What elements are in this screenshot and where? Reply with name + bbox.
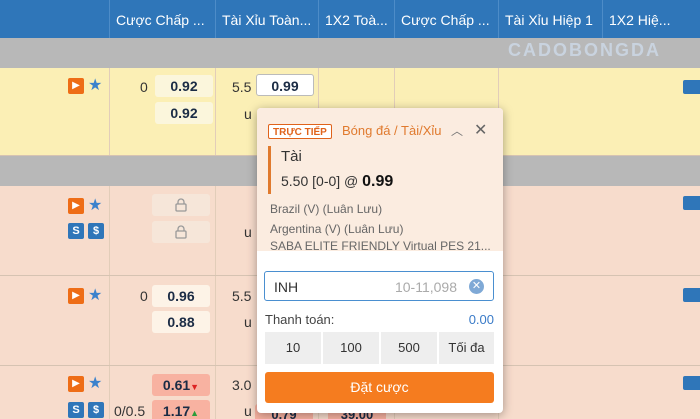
col-overunder-full[interactable]: Tài Xỉu Toàn... [215, 0, 318, 38]
quick-stake-100[interactable]: 100 [323, 332, 379, 364]
under-label: u [244, 403, 252, 419]
place-bet-button[interactable]: Đặt cược [265, 372, 494, 403]
more-markets-button[interactable] [683, 80, 700, 94]
lock-icon [152, 194, 210, 216]
betslip-selection: TRỰC TIẾP Bóng đá / Tài/Xỉu ︿ ✕ Tài 5.50… [257, 108, 503, 253]
col-1x2-half[interactable]: 1X2 Hiệ... [602, 0, 700, 38]
home-odds[interactable]: 0.61▼ [152, 374, 210, 396]
ou-line: 3.0 [232, 377, 252, 393]
live-video-icon[interactable]: ▶ [68, 198, 84, 214]
home-odds[interactable]: 0.92 [155, 75, 213, 97]
home-odds[interactable]: 0.96 [152, 285, 210, 307]
live-video-icon[interactable]: ▶ [68, 78, 84, 94]
clear-icon[interactable]: ✕ [469, 279, 484, 294]
favorite-star-icon[interactable]: ★ [88, 288, 102, 304]
away-odds[interactable]: 0.92 [155, 102, 213, 124]
selection-line: 5.50 [0-0] @ 0.99 [281, 173, 394, 190]
selection-odds: 0.99 [362, 173, 394, 190]
stake-placeholder: 10-11,098 [394, 279, 457, 295]
more-markets-button[interactable] [683, 288, 700, 302]
quick-stake-max[interactable]: Tối đa [439, 332, 494, 364]
favorite-star-icon[interactable]: ★ [88, 376, 102, 392]
col-handicap-full[interactable]: Cược Chấp ... [109, 0, 215, 38]
under-label: u [244, 106, 252, 122]
live-video-icon[interactable]: ▶ [68, 288, 84, 304]
away-odds[interactable]: 1.17▲ [152, 400, 210, 419]
currency-label: INH [274, 279, 299, 295]
close-icon[interactable]: ✕ [474, 120, 487, 140]
col-overunder-half[interactable]: Tài Xỉu Hiệp 1 [498, 0, 602, 38]
selection-accent-bar [268, 146, 271, 194]
stats-icon[interactable]: S [68, 402, 84, 418]
under-label: u [244, 314, 252, 330]
market-header: Cược Chấp ... Tài Xỉu Toàn... 1X2 Toà...… [0, 0, 700, 38]
live-video-icon[interactable]: ▶ [68, 376, 84, 392]
stats-icon[interactable]: S [68, 223, 84, 239]
sport-market: Bóng đá / Tài/Xỉu [342, 123, 442, 138]
lock-icon [152, 221, 210, 243]
home-team: Brazil (V) (Luân Lưu) [270, 202, 383, 216]
league-name: SABA ELITE FRIENDLY Virtual PES 21... [270, 239, 491, 253]
favorite-star-icon[interactable]: ★ [88, 78, 102, 94]
quick-stake-10[interactable]: 10 [265, 332, 321, 364]
odds-down-icon: ▼ [190, 382, 200, 392]
handicap-line: 0 [140, 288, 148, 304]
selection-name: Tài [281, 148, 302, 165]
favorite-star-icon[interactable]: ★ [88, 198, 102, 214]
odds-up-icon: ▲ [190, 408, 200, 418]
handicap-line: 0 [140, 79, 148, 95]
away-odds[interactable]: 0.88 [152, 311, 210, 333]
cashout-icon[interactable]: $ [88, 402, 104, 418]
col-handicap-half[interactable]: Cược Chấp ... [394, 0, 498, 38]
away-team: Argentina (V) (Luân Lưu) [270, 222, 404, 236]
watermark: CADOBONGDA [508, 40, 661, 60]
more-markets-button[interactable] [683, 376, 700, 390]
ou-line: 5.5 [232, 288, 252, 304]
stake-input[interactable]: INH 10-11,098 ✕ [264, 271, 494, 301]
quick-stake-500[interactable]: 500 [381, 332, 437, 364]
chevron-up-icon[interactable]: ︿ [451, 122, 463, 139]
more-markets-button[interactable] [683, 196, 700, 210]
payout-value: 0.00 [468, 312, 494, 327]
betslip-popup: TRỰC TIẾP Bóng đá / Tài/Xỉu ︿ ✕ Tài 5.50… [257, 108, 503, 413]
cashout-icon[interactable]: $ [88, 223, 104, 239]
col-1x2-full[interactable]: 1X2 Toà... [318, 0, 394, 38]
payout-label: Thanh toán: [265, 312, 335, 327]
handicap-line: 0/0.5 [114, 403, 146, 419]
over-odds-selected[interactable]: 0.99 [256, 74, 314, 96]
under-label: u [244, 224, 252, 240]
ou-line: 5.5 [232, 79, 252, 95]
live-badge: TRỰC TIẾP [268, 124, 332, 139]
